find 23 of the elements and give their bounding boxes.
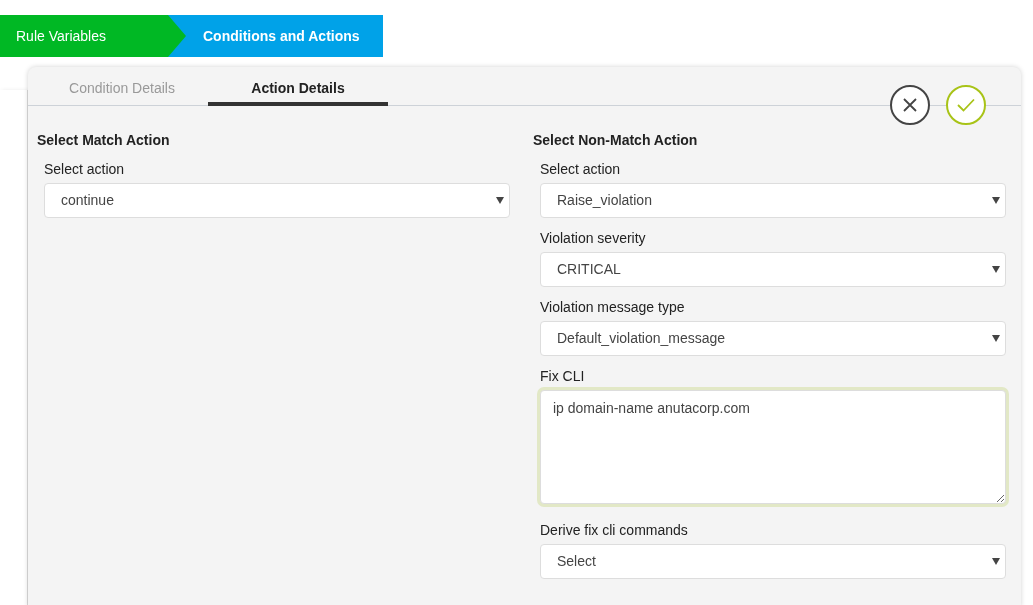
select-field[interactable]: Raise_violation xyxy=(540,183,1006,218)
select-field[interactable]: Default_violation_message xyxy=(540,321,1006,356)
section-title: Select Non-Match Action xyxy=(533,131,699,150)
section-title: Select Match Action xyxy=(37,131,171,150)
caret-icon xyxy=(992,197,1000,204)
caret-icon xyxy=(992,335,1000,342)
select-field[interactable]: CRITICAL xyxy=(540,252,1006,287)
field-label: Violation message type xyxy=(540,298,686,317)
field-label: Violation severity xyxy=(540,229,647,248)
caret-icon xyxy=(496,197,504,204)
close-icon xyxy=(902,97,918,113)
field-label: Fix CLI xyxy=(540,367,586,386)
select-field[interactable]: Select xyxy=(540,544,1006,579)
field-label: Select action xyxy=(540,160,622,179)
check-icon xyxy=(957,98,975,112)
caret-icon xyxy=(992,266,1000,273)
field-label: Select action xyxy=(44,160,126,179)
close-button[interactable] xyxy=(890,85,930,125)
caret-icon xyxy=(992,558,1000,565)
tab[interactable]: Action Details xyxy=(208,67,388,106)
text-area[interactable]: ip domain-name anutacorp.com xyxy=(540,390,1006,504)
select-field[interactable]: continue xyxy=(44,183,510,218)
field-label: Derive fix cli commands xyxy=(540,521,689,540)
